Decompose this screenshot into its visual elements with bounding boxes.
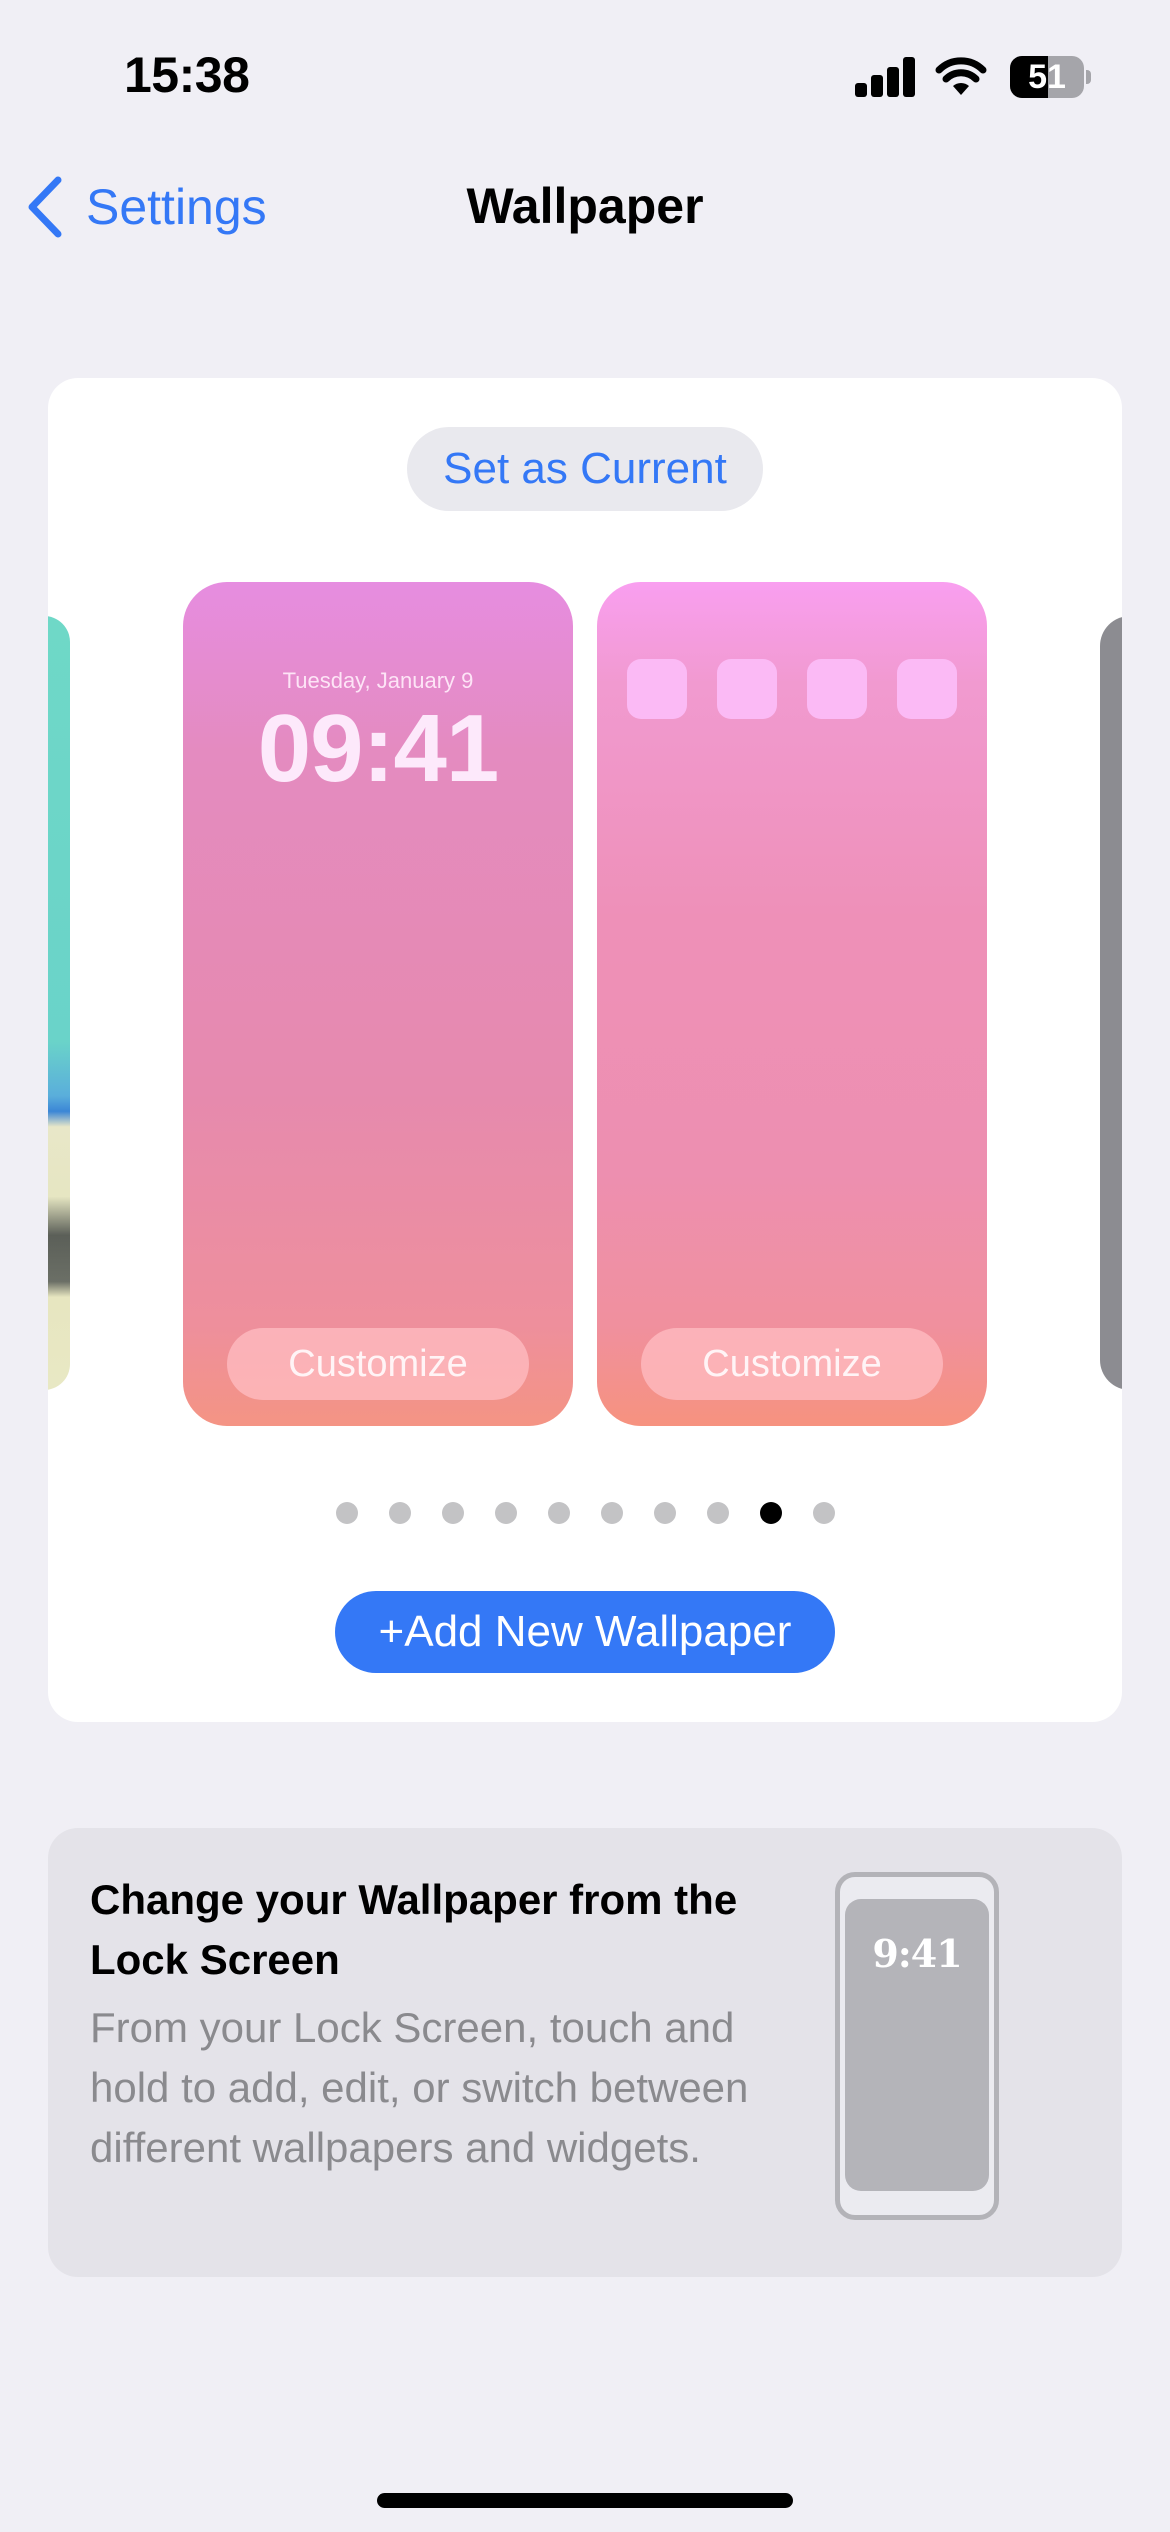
page-dot[interactable] — [812, 1502, 835, 1524]
page-indicator[interactable] — [48, 1502, 1122, 1524]
customize-home-screen-button[interactable]: Customize — [641, 1328, 943, 1400]
lock-screen-date: Tuesday, January 9 — [282, 668, 474, 693]
tip-title: Change your Wallpaper from the Lock Scre… — [90, 1876, 738, 1983]
lock-screen-time: 09:41 — [257, 695, 500, 802]
page-dot[interactable] — [388, 1502, 411, 1524]
page-dot[interactable] — [653, 1502, 676, 1524]
home-indicator[interactable] — [377, 2493, 793, 2508]
battery-level: 51 — [1028, 58, 1066, 96]
status-time: 15:38 — [124, 47, 250, 103]
app-icon-placeholder — [627, 659, 687, 719]
previous-wallpaper-peek[interactable] — [48, 616, 70, 1390]
cellular-signal-icon — [855, 57, 917, 97]
app-icon-placeholder — [897, 659, 957, 719]
page-dot[interactable] — [600, 1502, 623, 1524]
app-icon-placeholder — [717, 659, 777, 719]
wifi-icon — [935, 55, 987, 97]
page-dot-active[interactable] — [759, 1502, 782, 1524]
page-dot[interactable] — [335, 1502, 358, 1524]
tip-body: From your Lock Screen, touch and hold to… — [90, 2004, 749, 2171]
lock-screen-preview[interactable]: Tuesday, January 9 09:41 Customize — [183, 582, 573, 1426]
page-dot[interactable] — [494, 1502, 517, 1524]
next-wallpaper-peek[interactable] — [1100, 616, 1122, 1390]
app-icon-placeholder — [807, 659, 867, 719]
lock-screen-tip-card: Change your Wallpaper from the Lock Scre… — [48, 1828, 1122, 2277]
customize-lock-screen-button[interactable]: Customize — [227, 1328, 529, 1400]
phone-illustration-icon: 9:41 — [835, 1872, 999, 2220]
wallpaper-card: Set as Current Tuesday, January 9 09:41 … — [48, 378, 1122, 1722]
page-dot[interactable] — [706, 1502, 729, 1524]
battery-icon: 51 — [1010, 56, 1091, 98]
page-dot[interactable] — [547, 1502, 570, 1524]
illustration-time: 9:41 — [872, 1931, 962, 1976]
home-screen-preview[interactable]: Customize — [597, 582, 987, 1426]
add-new-wallpaper-button[interactable]: +Add New Wallpaper — [335, 1591, 835, 1673]
page-dot[interactable] — [441, 1502, 464, 1524]
set-as-current-button[interactable]: Set as Current — [407, 427, 763, 511]
page-title: Wallpaper — [466, 178, 704, 234]
